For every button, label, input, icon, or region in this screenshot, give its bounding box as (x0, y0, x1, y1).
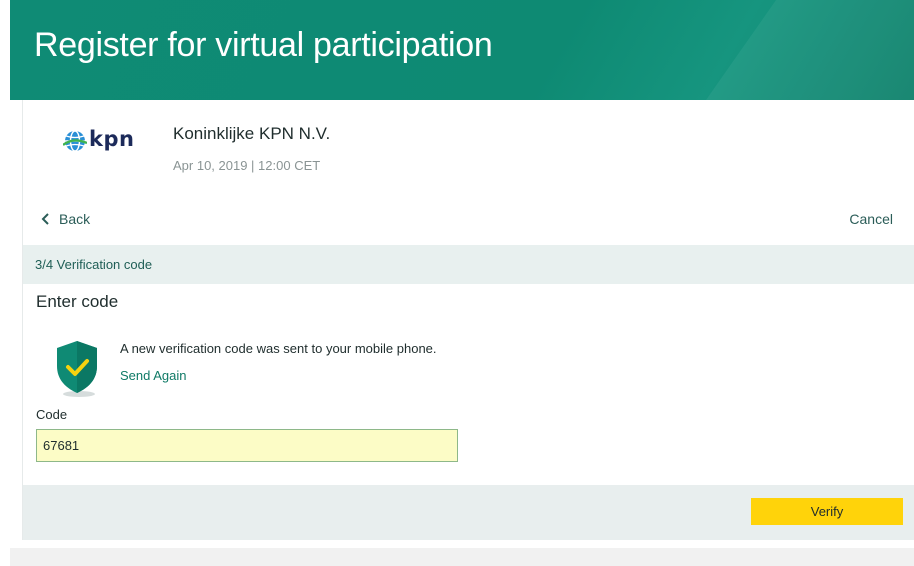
meeting-date: Apr 10, 2019 | 12:00 CET (173, 158, 321, 173)
registration-card: kpn Koninklijke KPN N.V. Apr 10, 2019 | … (22, 100, 914, 540)
step-label: 3/4 Verification code (35, 257, 153, 272)
verification-info-text: A new verification code was sent to your… (120, 341, 437, 356)
page-header: Register for virtual participation (10, 0, 914, 100)
code-label: Code (36, 407, 68, 422)
logo-text: kpn (89, 127, 135, 151)
verify-button[interactable]: Verify (751, 498, 903, 525)
page-title: Register for virtual participation (34, 26, 493, 64)
chevron-left-icon (41, 213, 49, 225)
section-title: Enter code (36, 292, 119, 311)
step-indicator: 3/4 Verification code (23, 245, 914, 284)
back-button[interactable]: Back (41, 211, 90, 227)
form-footer: Verify (23, 485, 914, 540)
kpn-globe-icon (63, 130, 87, 152)
company-name: Koninklijke KPN N.V. (173, 124, 331, 143)
shield-check-icon (57, 341, 97, 397)
cancel-button[interactable]: Cancel (849, 211, 893, 227)
code-input[interactable] (36, 429, 458, 462)
page-bottom-strip (10, 548, 914, 566)
back-label: Back (59, 211, 91, 227)
company-logo: kpn (63, 125, 149, 157)
send-again-link[interactable]: Send Again (120, 368, 187, 383)
